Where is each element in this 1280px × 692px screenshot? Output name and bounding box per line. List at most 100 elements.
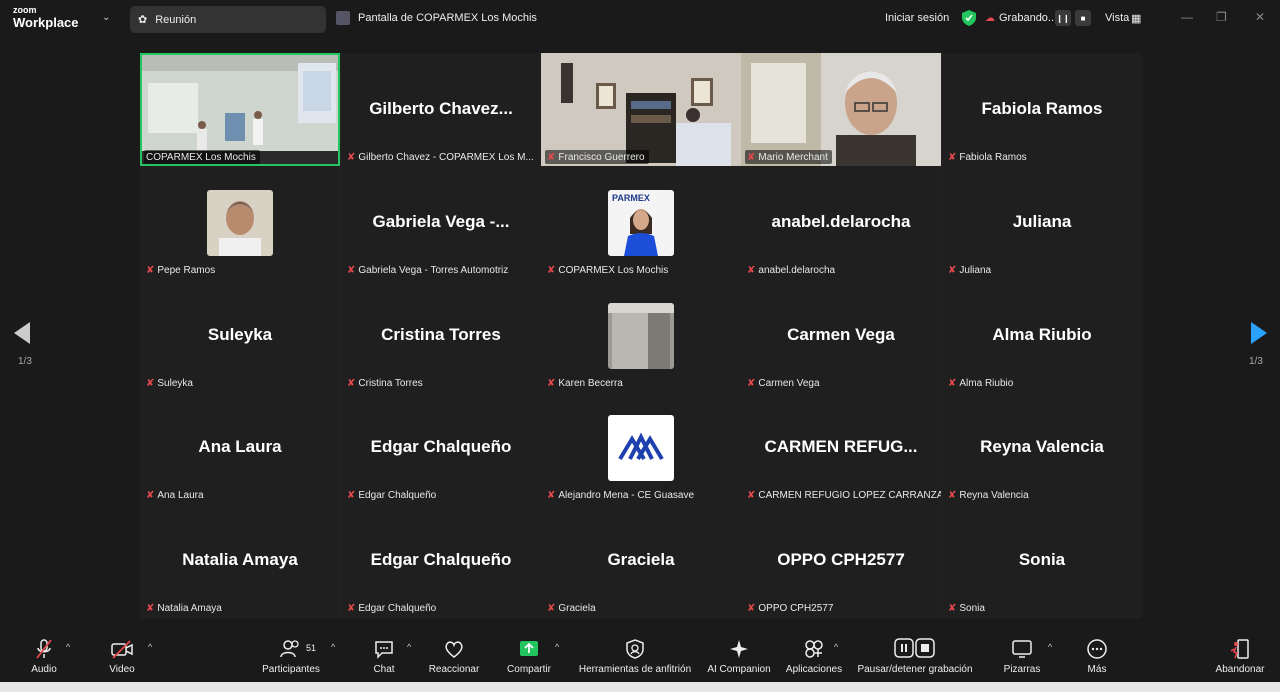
minimize-icon[interactable]: — <box>1181 10 1193 24</box>
participant-tile[interactable]: OPPO CPH2577 ✘ OPPO CPH2577 <box>741 504 941 617</box>
participant-tile[interactable]: ✘ Francisco Guerrero <box>541 53 741 166</box>
participants-label: Participantes <box>262 664 320 675</box>
host-tools-label: Herramientas de anfitrión <box>578 664 692 675</box>
participant-tile[interactable]: ✘ Karen Becerra <box>541 279 741 392</box>
participant-label-text: Fabiola Ramos <box>959 151 1027 163</box>
apps-options-caret[interactable]: ^ <box>834 642 838 652</box>
leave-button[interactable]: Abandonar <box>1212 638 1268 675</box>
participant-tile[interactable]: PARMEX ✘ COPARMEX Los Mochis <box>541 166 741 279</box>
next-page-arrow[interactable] <box>1251 322 1267 344</box>
video-button[interactable]: Video <box>106 638 138 675</box>
participant-label-text: Carmen Vega <box>758 377 820 389</box>
participant-display-name: Fabiola Ramos <box>981 99 1103 118</box>
participant-tile[interactable]: ✘ Mario Merchant <box>741 53 941 166</box>
participant-tile[interactable]: Natalia Amaya ✘ Natalia Amaya <box>140 504 340 617</box>
participant-name-label: ✘ Francisco Guerrero <box>545 150 649 164</box>
microphone-muted-icon: ✘ <box>347 489 356 501</box>
whiteboards-label: Pizarras <box>1003 664 1041 675</box>
share-label: Compartir <box>507 664 551 675</box>
whiteboard-icon <box>1012 640 1032 658</box>
participant-tile[interactable]: ✘ Pepe Ramos <box>140 166 340 279</box>
participant-display-name: Graciela <box>607 550 675 569</box>
participant-photo <box>207 190 273 256</box>
participant-tile[interactable]: Alma Riubio ✘ Alma Riubio <box>942 279 1142 392</box>
apps-label: Aplicaciones <box>785 664 843 675</box>
organization-logo <box>608 415 674 481</box>
restore-icon[interactable]: ❐ <box>1216 10 1227 24</box>
participant-tile[interactable]: anabel.delarocha ✘ anabel.delarocha <box>741 166 941 279</box>
participant-tile[interactable]: Fabiola Ramos ✘ Fabiola Ramos <box>942 53 1142 166</box>
participant-tile[interactable]: Reyna Valencia ✘ Reyna Valencia <box>942 391 1142 504</box>
previous-page-arrow[interactable] <box>14 322 30 344</box>
participant-tile[interactable]: COPARMEX Los Mochis <box>140 53 340 166</box>
participant-tile[interactable]: Gabriela Vega -... ✘ Gabriela Vega - Torre… <box>341 166 541 279</box>
participant-tile[interactable]: CARMEN REFUG... ✘ CARMEN REFUGIO LOPEZ CAR… <box>741 391 941 504</box>
screen-share-title: Pantalla de COPARMEX Los Mochis <box>336 11 537 25</box>
more-label: Más <box>1087 664 1107 675</box>
react-label: Reaccionar <box>428 664 480 675</box>
participant-label-text: Reyna Valencia <box>959 489 1029 501</box>
participant-display-name: Natalia Amaya <box>182 550 298 569</box>
participant-display-name: Ana Laura <box>198 437 282 456</box>
microphone-muted-icon: ✘ <box>948 377 957 389</box>
participant-display-name: Carmen Vega <box>787 325 895 344</box>
audio-options-caret[interactable]: ^ <box>66 642 70 652</box>
share-options-caret[interactable]: ^ <box>555 642 559 652</box>
participant-label-text: Gilberto Chavez - COPARMEX Los M... <box>358 151 534 163</box>
whiteboards-button[interactable]: Pizarras <box>1000 638 1044 675</box>
participant-label-text: Ana Laura <box>157 489 204 501</box>
share-button[interactable]: Compartir <box>502 638 556 675</box>
participant-tile[interactable]: Cristina Torres ✘ Cristina Torres <box>341 279 541 392</box>
react-button[interactable]: Reaccionar <box>426 638 482 675</box>
audio-button[interactable]: Audio <box>28 638 60 675</box>
participants-icon <box>280 640 299 658</box>
microphone-muted-icon: ✘ <box>146 264 155 276</box>
participant-tile[interactable]: Edgar Chalqueño ✘ Edgar Chalqueño <box>341 391 541 504</box>
chat-options-caret[interactable]: ^ <box>407 642 411 652</box>
participants-options-caret[interactable]: ^ <box>331 642 335 652</box>
host-tools-button[interactable]: Herramientas de anfitrión <box>574 638 696 675</box>
microphone-muted-icon <box>36 639 52 659</box>
participant-tile[interactable]: Graciela ✘ Graciela <box>541 504 741 617</box>
participant-tile[interactable]: Ana Laura ✘ Ana Laura <box>140 391 340 504</box>
participant-name-label: ✘ Karen Becerra <box>545 376 627 390</box>
pause-stop-recording-button[interactable]: Pausar/detener grabación <box>853 638 977 675</box>
participant-display-name: Suleyka <box>207 325 273 344</box>
participant-name-label: ✘ Alejandro Mena - CE Guasave <box>545 488 698 502</box>
recording-indicator: ☁ Grabando... <box>985 12 1057 24</box>
ai-companion-button[interactable]: AI Companion <box>704 638 774 675</box>
video-options-caret[interactable]: ^ <box>148 642 152 652</box>
chevron-down-icon[interactable]: ⌄ <box>102 12 110 23</box>
cloud-record-icon: ☁ <box>985 12 995 24</box>
participant-display-name: Gabriela Vega -... <box>372 212 510 231</box>
whiteboards-options-caret[interactable]: ^ <box>1048 642 1052 652</box>
chat-button[interactable]: Chat <box>368 638 400 675</box>
participant-label-text: Alma Riubio <box>959 377 1014 389</box>
stop-record-icon[interactable]: ■ <box>1075 10 1091 26</box>
more-button[interactable]: Más <box>1082 638 1112 675</box>
pause-stop-label: Pausar/detener grabación <box>857 664 973 675</box>
participant-tile[interactable]: Carmen Vega ✘ Carmen Vega <box>741 279 941 392</box>
participant-label-text: Natalia Amaya <box>157 602 222 614</box>
participant-name-label: ✘ Ana Laura <box>144 488 208 502</box>
participant-name-label: ✘ Juliana <box>946 263 995 277</box>
participant-display-name: Cristina Torres <box>381 325 501 344</box>
pause-record-icon[interactable]: ❙❙ <box>1055 10 1071 26</box>
view-button[interactable]: Vista <box>1105 12 1129 24</box>
participant-tile[interactable]: Edgar Chalqueño ✘ Edgar Chalqueño <box>341 504 541 617</box>
participant-tile[interactable]: ✘ Alejandro Mena - CE Guasave <box>541 391 741 504</box>
participant-tile[interactable]: Sonia ✘ Sonia <box>942 504 1142 617</box>
microphone-muted-icon: ✘ <box>547 377 556 389</box>
participant-tile[interactable]: Suleyka ✘ Suleyka <box>140 279 340 392</box>
participant-label-text: Edgar Chalqueño <box>358 602 437 614</box>
shield-check-icon[interactable] <box>962 10 976 26</box>
page-indicator-right: 1/3 <box>1249 356 1263 367</box>
microphone-muted-icon: ✘ <box>747 489 756 501</box>
grid-icon[interactable]: ▦ <box>1131 12 1141 25</box>
signin-link[interactable]: Iniciar sesión <box>885 12 949 24</box>
meeting-info-button[interactable]: ✿ Reunión <box>130 6 326 33</box>
microphone-muted-icon: ✘ <box>146 377 155 389</box>
close-icon[interactable]: ✕ <box>1255 10 1265 24</box>
participant-tile[interactable]: Gilberto Chavez... ✘ Gilberto Chavez - COP… <box>341 53 541 166</box>
participant-tile[interactable]: Juliana ✘ Juliana <box>942 166 1142 279</box>
